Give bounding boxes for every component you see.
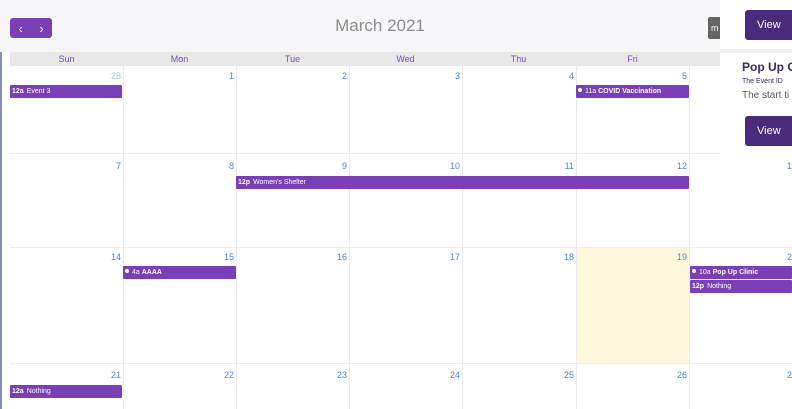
- row-divider: [10, 363, 792, 364]
- day-number[interactable]: 8: [214, 161, 234, 171]
- event-title: Women's Shelter: [253, 179, 307, 186]
- event-covid-vaccination[interactable]: 11a COVID Vaccination: [576, 85, 689, 98]
- day-number[interactable]: 2: [780, 370, 792, 380]
- day-number[interactable]: 1: [214, 71, 234, 81]
- month-grid: 28 1 2 3 4 5 7 8 9 10 11 12 1 14 15 16 1…: [10, 66, 792, 409]
- panel-event-id: The Event ID: [742, 78, 783, 85]
- nav-button-group: ‹ ›: [10, 18, 52, 38]
- day-number[interactable]: 2: [327, 71, 347, 81]
- panel-event-title: Pop Up C: [742, 60, 792, 74]
- next-month-button[interactable]: ›: [31, 18, 52, 38]
- event-time: 12p: [692, 283, 705, 290]
- today-cell[interactable]: [576, 247, 689, 363]
- event-title: Nothing: [707, 283, 732, 290]
- column-divider: [123, 66, 124, 409]
- column-divider: [689, 66, 690, 409]
- day-number[interactable]: 9: [327, 161, 347, 171]
- window-edge: [0, 0, 2, 409]
- day-number[interactable]: 14: [101, 252, 121, 262]
- day-number[interactable]: 11: [554, 161, 574, 171]
- day-number[interactable]: 28: [101, 71, 121, 81]
- event-title: Pop Up Clinic: [712, 269, 759, 276]
- event-title: Event 3: [26, 88, 51, 95]
- event-time: 12a: [12, 388, 24, 395]
- day-number[interactable]: 7: [101, 161, 121, 171]
- event-title: AAAA: [141, 269, 162, 276]
- view-button[interactable]: View: [745, 10, 792, 40]
- event-time: 10a: [699, 269, 711, 276]
- weekday-thu: Thu: [510, 54, 527, 64]
- weekday-header-row: Sun Mon Tue Wed Thu Fri: [10, 52, 720, 66]
- event-event-3[interactable]: 12a Event 3: [10, 85, 122, 98]
- row-divider: [10, 153, 792, 154]
- weekday-sun: Sun: [58, 54, 75, 64]
- event-time: 11a: [585, 88, 597, 95]
- day-number[interactable]: 25: [554, 370, 574, 380]
- day-number[interactable]: 2: [780, 252, 792, 262]
- column-divider: [576, 66, 577, 409]
- day-number[interactable]: 3: [440, 71, 460, 81]
- day-number[interactable]: 26: [667, 370, 687, 380]
- month-title: March 2021: [335, 16, 425, 35]
- event-time: 12a: [12, 88, 24, 95]
- event-nothing[interactable]: 12p Nothing: [690, 280, 792, 293]
- event-dot-icon: [692, 269, 696, 274]
- day-number-today[interactable]: 19: [667, 252, 687, 262]
- row-divider: [10, 247, 792, 248]
- day-number[interactable]: 23: [327, 370, 347, 380]
- day-number[interactable]: 10: [440, 161, 460, 171]
- weekday-mon: Mon: [170, 54, 189, 64]
- weekday-tue: Tue: [284, 54, 301, 64]
- view-mode-button[interactable]: m: [708, 17, 720, 39]
- weekday-fri: Fri: [627, 54, 638, 64]
- column-divider: [462, 66, 463, 409]
- day-number[interactable]: 18: [554, 252, 574, 262]
- day-number[interactable]: 17: [440, 252, 460, 262]
- panel-start-time: The start ti: [742, 90, 790, 101]
- event-nothing[interactable]: 12a Nothing: [10, 385, 122, 398]
- event-time: 4a: [132, 269, 140, 276]
- event-dot-icon: [578, 88, 582, 93]
- event-time: 12p: [238, 179, 251, 186]
- column-divider: [236, 66, 237, 409]
- event-details-panel: View Pop Up C The Event ID The start ti …: [720, 0, 792, 155]
- prev-month-button[interactable]: ‹: [10, 18, 31, 38]
- day-number[interactable]: 24: [440, 370, 460, 380]
- event-pop-up-clinic[interactable]: 10a Pop Up Clinic: [690, 266, 792, 279]
- day-number[interactable]: 21: [101, 370, 121, 380]
- event-dot-icon: [125, 269, 129, 274]
- panel-divider: [720, 49, 792, 53]
- event-title: Nothing: [26, 388, 51, 395]
- day-number[interactable]: 12: [667, 161, 687, 171]
- event-aaaa[interactable]: 4a AAAA: [123, 266, 236, 279]
- calendar-toolbar: ‹ › March 2021 m: [0, 0, 720, 52]
- chevron-right-icon: ›: [39, 20, 44, 36]
- day-number[interactable]: 4: [554, 71, 574, 81]
- day-number[interactable]: 5: [667, 71, 687, 81]
- column-divider: [349, 66, 350, 409]
- day-number[interactable]: 22: [214, 370, 234, 380]
- day-number[interactable]: 1: [780, 161, 792, 171]
- view-button[interactable]: View: [745, 116, 792, 146]
- day-number[interactable]: 16: [327, 252, 347, 262]
- event-womens-shelter[interactable]: 12p Women's Shelter: [236, 176, 689, 189]
- event-title: COVID Vaccination: [598, 88, 662, 95]
- weekday-wed: Wed: [396, 54, 415, 64]
- chevron-left-icon: ‹: [18, 20, 23, 36]
- day-number[interactable]: 15: [214, 252, 234, 262]
